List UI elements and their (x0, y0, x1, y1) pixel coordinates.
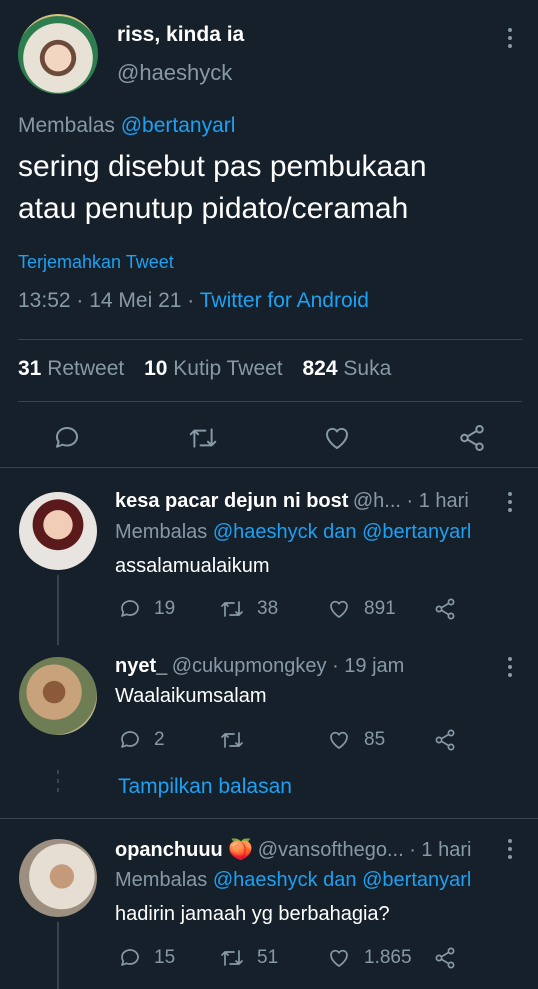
reply-2-share-icon (435, 729, 455, 751)
share-button[interactable] (457, 423, 487, 453)
reply-2-reply-icon (121, 731, 139, 748)
reply-3-reply-button[interactable]: 15 (118, 946, 175, 970)
reply-3-replying-to-prefix: Membalas (115, 869, 208, 891)
reply-2-avatar[interactable] (19, 657, 97, 735)
reply-1-text: assalamualaikum (115, 555, 270, 577)
reply-3-handle-time[interactable]: @vansofthego... · 1 hari (258, 839, 472, 861)
reply-3-header: opanchuuu 🍑 @vansofthego... · 1 hari (115, 837, 471, 862)
reply-divider (0, 818, 538, 819)
tweet-divider-1 (18, 339, 522, 340)
reply-3-retweet-icon (221, 950, 243, 966)
reply-3-text: hadirin jamaah yg berbahagia? (115, 903, 390, 925)
reply-1-like-icon (330, 600, 348, 618)
replying-to-prefix: Membalas (18, 114, 115, 137)
reply-1-handle-time[interactable]: @h... · 1 hari (353, 490, 469, 512)
reply-2-header: nyet_ @cukupmongkey · 19 jam (115, 655, 404, 678)
reply-2-retweet-icon (221, 732, 243, 748)
tweet-stats: 31 Retweet 10 Kutip Tweet 824 Suka (18, 357, 391, 381)
replying-to: Membalas @bertanyarl (18, 114, 235, 138)
reply-3-like-icon (330, 949, 348, 967)
translate-tweet-link[interactable]: Terjemahkan Tweet (18, 252, 174, 273)
tweet-divider-3 (0, 467, 538, 468)
reply-2-share-button[interactable] (433, 728, 457, 752)
quote-stat-label: Kutip Tweet (173, 357, 283, 380)
tweet-time-date: 13:52 · 14 Mei 21 · (18, 289, 195, 312)
reply-1-avatar[interactable] (19, 492, 97, 570)
reply-3-retweet-button[interactable]: 51 (219, 946, 278, 970)
retweet-icon (189, 428, 217, 448)
reply-3-thread-line (57, 922, 59, 989)
reply-3-reply-count: 15 (154, 947, 176, 968)
reply-3-retweet-count: 51 (257, 947, 279, 968)
reply-2-reply-button[interactable]: 2 (118, 728, 165, 752)
reply-1-reply-icon (121, 600, 139, 617)
reply-3-share-button[interactable] (433, 946, 457, 970)
reply-2-like-button[interactable]: 85 (327, 728, 385, 752)
reply-1-header: kesa pacar dejun ni bost @h... · 1 hari (115, 490, 469, 513)
reply-icon (56, 427, 78, 448)
author-handle[interactable]: @haeshyck (117, 60, 232, 86)
tweet-text-line-1: sering disebut pas pembukaan (18, 150, 427, 183)
reply-3-reply-icon (121, 949, 139, 966)
reply-1-replying-to-users[interactable]: @haeshyck dan @bertanyarl (213, 521, 472, 543)
reply-2-retweet-button[interactable] (219, 728, 257, 752)
reply-1-share-icon (435, 598, 455, 620)
like-count: 824 (302, 357, 338, 380)
reply-3-like-button[interactable]: 1.865 (327, 946, 412, 970)
reply-3-display-name[interactable]: opanchuuu 🍑 (115, 839, 253, 861)
reply-button[interactable] (52, 423, 82, 453)
reply-1-more-options-icon[interactable] (508, 492, 512, 516)
reply-2-like-icon (330, 731, 348, 749)
reply-3-replying-to-users[interactable]: @haeshyck dan @bertanyarl (213, 869, 472, 891)
reply-3-share-icon (435, 947, 455, 969)
reply-2-text: Waalaikumsalam (115, 685, 267, 707)
tweet-source-link[interactable]: Twitter for Android (200, 289, 369, 312)
reply-1-share-button[interactable] (433, 597, 457, 621)
show-replies-link[interactable]: Tampilkan balasan (118, 775, 292, 799)
tweet-divider-2 (18, 401, 522, 402)
quote-stat[interactable]: 10 Kutip Tweet (144, 357, 288, 380)
reply-2-like-count: 85 (364, 729, 386, 750)
reply-1-retweet-icon (221, 601, 243, 617)
reply-2-handle-time[interactable]: @cukupmongkey · 19 jam (172, 655, 405, 677)
reply-1-retweet-button[interactable]: 38 (219, 597, 278, 621)
thread-dots (57, 770, 59, 792)
retweet-count: 31 (18, 357, 42, 380)
reply-3-more-options-icon[interactable] (508, 839, 512, 863)
reply-1-retweet-count: 38 (257, 598, 279, 619)
reply-1-like-count: 891 (364, 598, 396, 619)
reply-2-reply-count: 2 (154, 729, 165, 750)
retweet-stat-label: Retweet (47, 357, 125, 380)
reply-1-reply-button[interactable]: 19 (118, 597, 175, 621)
tweet-timestamp: 13:52 · 14 Mei 21 · Twitter for Android (18, 289, 369, 313)
reply-2-more-options-icon[interactable] (508, 657, 512, 681)
reply-3-replying-to: Membalas @haeshyck dan @bertanyarl (115, 869, 471, 892)
like-icon (325, 427, 349, 449)
reply-3-like-count: 1.865 (364, 947, 412, 968)
reply-1-display-name[interactable]: kesa pacar dejun ni bost (115, 490, 348, 512)
author-display-name[interactable]: riss, kinda ia (117, 23, 244, 47)
reply-2-display-name[interactable]: nyet_ (115, 655, 167, 677)
retweet-stat[interactable]: 31 Retweet (18, 357, 130, 380)
share-icon (460, 425, 484, 451)
author-avatar[interactable] (18, 14, 98, 94)
replying-to-user-link[interactable]: @bertanyarl (121, 114, 236, 137)
more-options-icon[interactable] (508, 28, 512, 52)
like-stat[interactable]: 824 Suka (303, 357, 392, 380)
tweet-text-line-2: atau penutup pidato/ceramah (18, 192, 409, 225)
reply-1-thread-line (57, 575, 59, 645)
like-stat-label: Suka (343, 357, 392, 380)
retweet-button[interactable] (187, 423, 219, 453)
reply-1-reply-count: 19 (154, 598, 176, 619)
reply-3-avatar[interactable] (19, 839, 97, 917)
like-button[interactable] (322, 423, 352, 453)
quote-count: 10 (144, 357, 168, 380)
reply-1-replying-to: Membalas @haeshyck dan @bertanyarl (115, 521, 471, 544)
reply-1-like-button[interactable]: 891 (327, 597, 396, 621)
reply-1-replying-to-prefix: Membalas (115, 521, 208, 543)
